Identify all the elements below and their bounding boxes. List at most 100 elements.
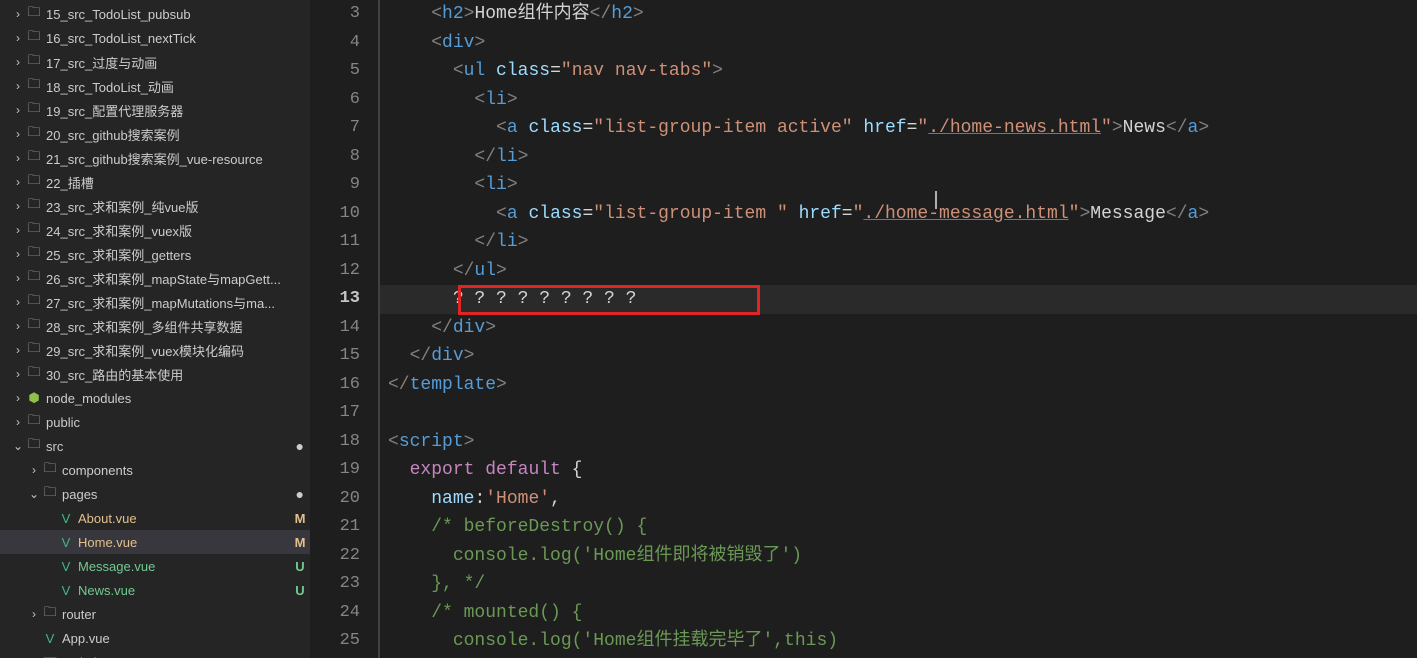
- tree-item-label: 19_src_配置代理服务器: [46, 101, 310, 120]
- line-number: 13: [310, 285, 360, 314]
- folder-icon: 🗀: [42, 483, 58, 505]
- tree-item[interactable]: ›🗀25_src_求和案例_getters: [0, 242, 310, 266]
- tree-item-label: 23_src_求和案例_纯vue版: [46, 197, 310, 216]
- tree-item[interactable]: ›🗀23_src_求和案例_纯vue版: [0, 194, 310, 218]
- tree-item[interactable]: ›🗀18_src_TodoList_动画: [0, 74, 310, 98]
- code-line[interactable]: <ul class="nav nav-tabs">: [380, 57, 1417, 86]
- code-line[interactable]: </li>: [380, 143, 1417, 172]
- line-number: 23: [310, 570, 360, 599]
- folder-icon: 🗀: [26, 3, 42, 25]
- line-number: 25: [310, 627, 360, 656]
- code-line[interactable]: </li>: [380, 228, 1417, 257]
- tree-item[interactable]: VMessage.vueU: [0, 554, 310, 578]
- tree-item-label: src: [46, 439, 296, 454]
- tree-item[interactable]: ⌄🗀src●: [0, 434, 310, 458]
- git-status-badge: M: [290, 535, 310, 550]
- code-line[interactable]: </div>: [380, 314, 1417, 343]
- tree-item-label: router: [62, 607, 310, 622]
- tree-item[interactable]: ›🗀27_src_求和案例_mapMutations与ma...: [0, 290, 310, 314]
- chevron-icon: ›: [10, 127, 26, 141]
- folder-icon: 🗀: [26, 123, 42, 145]
- code-line[interactable]: <h2>Home组件内容</h2>: [380, 0, 1417, 29]
- code-line[interactable]: </ul>: [380, 257, 1417, 286]
- tree-item[interactable]: ›🗀20_src_github搜索案例: [0, 122, 310, 146]
- folder-icon: 🗀: [26, 27, 42, 49]
- tree-item-label: 30_src_路由的基本使用: [46, 365, 310, 384]
- tree-item[interactable]: ›🗀public: [0, 410, 310, 434]
- code-line[interactable]: <a class="list-group-item " href="./home…: [380, 200, 1417, 229]
- folder-icon: 🗀: [26, 171, 42, 193]
- tree-item[interactable]: ›🗀28_src_求和案例_多组件共享数据: [0, 314, 310, 338]
- code-line[interactable]: <li>: [380, 86, 1417, 115]
- tree-item[interactable]: ›🗀15_src_TodoList_pubsub: [0, 2, 310, 26]
- code-line[interactable]: [380, 399, 1417, 428]
- tree-item[interactable]: ›🗀19_src_配置代理服务器: [0, 98, 310, 122]
- tree-item[interactable]: ›🗀29_src_求和案例_vuex模块化编码: [0, 338, 310, 362]
- code-line[interactable]: /* mounted() {: [380, 599, 1417, 628]
- line-number: 15: [310, 342, 360, 371]
- tree-item-label: pages: [62, 487, 296, 502]
- folder-icon: 🗀: [26, 291, 42, 313]
- code-line-current[interactable]: ? ? ? ? ? ? ? ? ?: [380, 285, 1417, 314]
- code-line[interactable]: <li>: [380, 171, 1417, 200]
- line-number: 4: [310, 29, 360, 58]
- highlighted-placeholder: ? ? ? ? ? ? ? ? ?: [453, 289, 637, 309]
- tree-item[interactable]: ›🗀router: [0, 602, 310, 626]
- tree-item[interactable]: ›🗀30_src_路由的基本使用: [0, 362, 310, 386]
- code-line[interactable]: export default {: [380, 456, 1417, 485]
- tree-item-label: App.vue: [62, 631, 310, 646]
- line-number: 9: [310, 171, 360, 200]
- tree-item[interactable]: VAbout.vueM: [0, 506, 310, 530]
- chevron-icon: ›: [10, 175, 26, 189]
- tree-item[interactable]: JSmain.js: [0, 650, 310, 658]
- code-line[interactable]: </template>: [380, 371, 1417, 400]
- tree-item-label: Message.vue: [78, 559, 290, 574]
- chevron-icon: ›: [10, 415, 26, 429]
- tree-item[interactable]: ›🗀24_src_求和案例_vuex版: [0, 218, 310, 242]
- text-cursor-icon: [935, 191, 937, 209]
- folder-icon: 🗀: [42, 603, 58, 625]
- tree-item[interactable]: ›⬢node_modules: [0, 386, 310, 410]
- tree-item[interactable]: ›🗀22_插槽: [0, 170, 310, 194]
- line-number: 16: [310, 371, 360, 400]
- tree-item-label: 17_src_过度与动画: [46, 53, 310, 72]
- tree-item[interactable]: ›🗀components: [0, 458, 310, 482]
- folder-icon: 🗀: [26, 267, 42, 289]
- code-line[interactable]: }, */: [380, 570, 1417, 599]
- tree-item[interactable]: ⌄🗀pages●: [0, 482, 310, 506]
- tree-item-label: 25_src_求和案例_getters: [46, 245, 310, 264]
- chevron-icon: ›: [10, 7, 26, 21]
- tree-item-label: Home.vue: [78, 535, 290, 550]
- tree-item[interactable]: ›🗀26_src_求和案例_mapState与mapGett...: [0, 266, 310, 290]
- folder-icon: 🗀: [26, 219, 42, 241]
- tree-item-label: 24_src_求和案例_vuex版: [46, 221, 310, 240]
- chevron-icon: ⌄: [26, 487, 42, 501]
- tree-item[interactable]: ›🗀21_src_github搜索案例_vue-resource: [0, 146, 310, 170]
- code-line[interactable]: console.log('Home组件挂载完毕了',this): [380, 627, 1417, 656]
- tree-item[interactable]: VNews.vueU: [0, 578, 310, 602]
- folder-icon: 🗀: [26, 51, 42, 73]
- code-line[interactable]: <script>: [380, 428, 1417, 457]
- code-line[interactable]: </div>: [380, 342, 1417, 371]
- tree-item-label: 16_src_TodoList_nextTick: [46, 31, 310, 46]
- code-line[interactable]: <div>: [380, 29, 1417, 58]
- code-area[interactable]: <h2>Home组件内容</h2> <div> <ul class="nav n…: [380, 0, 1417, 658]
- line-number: 21: [310, 513, 360, 542]
- code-line[interactable]: <a class="list-group-item active" href="…: [380, 114, 1417, 143]
- code-editor[interactable]: 345678910111213141516171819202122232425 …: [310, 0, 1417, 658]
- file-explorer[interactable]: ›🗀15_src_TodoList_pubsub›🗀16_src_TodoLis…: [0, 0, 310, 658]
- tree-item[interactable]: VApp.vue: [0, 626, 310, 650]
- folder-icon: 🗀: [26, 339, 42, 361]
- tree-item[interactable]: ›🗀17_src_过度与动画: [0, 50, 310, 74]
- line-number: 20: [310, 485, 360, 514]
- code-line[interactable]: name:'Home',: [380, 485, 1417, 514]
- chevron-icon: ⌄: [10, 439, 26, 453]
- code-line[interactable]: console.log('Home组件即将被销毁了'): [380, 542, 1417, 571]
- tree-item-label: 20_src_github搜索案例: [46, 125, 310, 144]
- tree-item[interactable]: ›🗀16_src_TodoList_nextTick: [0, 26, 310, 50]
- chevron-icon: ›: [10, 271, 26, 285]
- tree-item[interactable]: VHome.vueM: [0, 530, 310, 554]
- tree-item-label: 27_src_求和案例_mapMutations与ma...: [46, 293, 310, 312]
- code-line[interactable]: /* beforeDestroy() {: [380, 513, 1417, 542]
- git-status-badge: U: [290, 583, 310, 598]
